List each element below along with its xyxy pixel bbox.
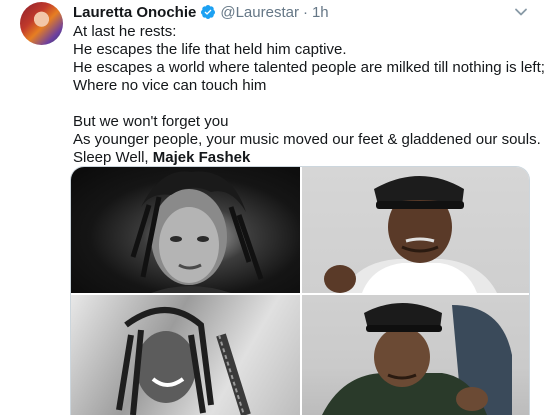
tweet-line: He escapes the life that held him captiv…	[73, 41, 347, 58]
author-name[interactable]: Lauretta Onochie	[73, 4, 196, 21]
author-handle[interactable]: @Laurestar	[220, 4, 299, 21]
chevron-down-icon[interactable]	[513, 4, 529, 20]
media-photo-2[interactable]	[302, 167, 529, 293]
tweet-media-grid	[70, 166, 530, 415]
media-photo-3[interactable]	[71, 295, 300, 415]
tweet-line: Where no vice can touch him	[73, 77, 267, 94]
verified-badge-icon	[200, 4, 216, 20]
tweet-line: As younger people, your music moved our …	[73, 131, 541, 148]
tweet-line: He escapes a world where talented people…	[73, 59, 545, 76]
tweet-timestamp[interactable]: 1h	[312, 4, 329, 21]
media-photo-1[interactable]	[71, 167, 300, 293]
tweet-closing-line: Sleep Well, Majek Fashek	[73, 149, 543, 167]
closing-name: Majek Fashek	[152, 149, 251, 166]
author-avatar[interactable]	[20, 2, 63, 45]
media-photo-4[interactable]	[302, 295, 529, 415]
closing-prefix: Sleep Well,	[73, 149, 153, 166]
tweet-line: At last he rests:	[73, 23, 177, 40]
tweet-header: Lauretta Onochie @Laurestar · 1h	[73, 2, 329, 22]
header-separator: ·	[302, 3, 308, 21]
tweet-text: At last he rests: He escapes the life th…	[73, 23, 545, 167]
tweet-line: But we won't forget you	[73, 113, 229, 130]
